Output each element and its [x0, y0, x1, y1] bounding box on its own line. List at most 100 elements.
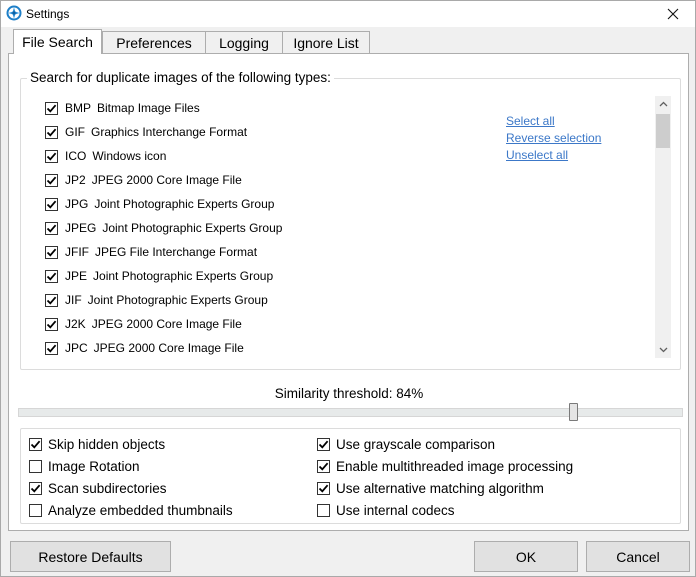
file-type-extension: ICO	[65, 149, 87, 163]
file-type-description: Joint Photographic Experts Group	[94, 197, 275, 211]
similarity-slider-track[interactable]	[18, 408, 683, 417]
close-button[interactable]	[651, 1, 695, 27]
file-type-extension: JPE	[65, 269, 88, 283]
file-type-checkbox[interactable]	[45, 245, 58, 259]
file-type-item[interactable]: J2K JPEG 2000 Core Image File	[45, 312, 505, 336]
checkmark-icon	[30, 440, 41, 449]
file-type-description: Joint Photographic Experts Group	[93, 269, 274, 283]
file-type-checkbox[interactable]	[45, 341, 58, 355]
file-type-checkbox[interactable]	[45, 221, 58, 235]
file-type-extension: JFIF	[65, 245, 89, 259]
reverse-selection-link[interactable]: Reverse selection	[506, 131, 601, 148]
file-type-extension: J2K	[65, 317, 86, 331]
option-item[interactable]: Skip hidden objects	[29, 435, 165, 453]
option-label: Use alternative matching algorithm	[336, 480, 544, 496]
checkmark-icon	[318, 462, 329, 471]
option-item[interactable]: Use alternative matching algorithm	[317, 479, 544, 497]
select-all-link[interactable]: Select all	[506, 114, 601, 131]
file-type-checkbox[interactable]	[45, 317, 58, 331]
restore-defaults-button[interactable]: Restore Defaults	[10, 541, 171, 572]
file-type-item[interactable]: JIF Joint Photographic Experts Group	[45, 288, 505, 312]
option-checkbox[interactable]	[317, 437, 330, 451]
file-type-checkbox[interactable]	[45, 101, 58, 115]
checkmark-icon	[46, 104, 57, 113]
unselect-all-link[interactable]: Unselect all	[506, 148, 601, 165]
option-checkbox[interactable]	[317, 459, 330, 473]
checkmark-icon	[46, 224, 57, 233]
file-type-extension: JIF	[65, 293, 82, 307]
option-item[interactable]: Analyze embedded thumbnails	[29, 501, 233, 519]
file-type-checkbox[interactable]	[45, 125, 58, 139]
checkmark-icon	[46, 272, 57, 281]
checkmark-icon	[46, 344, 57, 353]
similarity-slider-thumb[interactable]	[569, 403, 579, 421]
tab-preferences[interactable]: Preferences	[102, 31, 206, 53]
file-type-list-scrollbar[interactable]	[655, 96, 671, 358]
selection-links: Select all Reverse selection Unselect al…	[506, 114, 601, 165]
option-label: Analyze embedded thumbnails	[48, 502, 233, 518]
ok-button[interactable]: OK	[474, 541, 578, 572]
option-label: Use grayscale comparison	[336, 436, 496, 452]
option-item[interactable]: Enable multithreaded image processing	[317, 457, 573, 475]
similarity-threshold-label: Similarity threshold: 84%	[274, 386, 424, 401]
option-checkbox[interactable]	[29, 437, 42, 451]
checkmark-icon	[46, 320, 57, 329]
file-type-item[interactable]: BMP Bitmap Image Files	[45, 96, 505, 120]
file-type-description: JPEG File Interchange Format	[95, 245, 258, 259]
option-item[interactable]: Use grayscale comparison	[317, 435, 495, 453]
checkmark-icon	[46, 152, 57, 161]
tab-ignore-list[interactable]: Ignore List	[282, 31, 370, 53]
checkmark-icon	[46, 296, 57, 305]
file-type-description: Joint Photographic Experts Group	[87, 293, 268, 307]
file-type-checkbox[interactable]	[45, 293, 58, 307]
app-icon	[6, 5, 22, 21]
option-label: Use internal codecs	[336, 502, 455, 518]
file-type-extension: JPEG	[65, 221, 97, 235]
scroll-thumb[interactable]	[656, 114, 670, 148]
checkmark-icon	[30, 484, 41, 493]
file-type-description: Joint Photographic Experts Group	[102, 221, 283, 235]
file-type-checkbox[interactable]	[45, 269, 58, 283]
file-type-checkbox[interactable]	[45, 173, 58, 187]
tab-logging[interactable]: Logging	[205, 31, 283, 53]
scroll-up-arrow[interactable]	[655, 96, 671, 112]
option-item[interactable]: Use internal codecs	[317, 501, 455, 519]
checkmark-icon	[46, 200, 57, 209]
chevron-down-icon	[659, 347, 667, 353]
file-type-item[interactable]: JPG Joint Photographic Experts Group	[45, 192, 505, 216]
file-types-group-title: Search for duplicate images of the follo…	[27, 70, 334, 85]
option-checkbox[interactable]	[317, 503, 330, 517]
file-type-extension: JP2	[65, 173, 86, 187]
option-item[interactable]: Scan subdirectories	[29, 479, 167, 497]
file-type-checkbox[interactable]	[45, 149, 58, 163]
option-item[interactable]: Image Rotation	[29, 457, 140, 475]
file-type-item[interactable]: GIF Graphics Interchange Format	[45, 120, 505, 144]
option-label: Skip hidden objects	[48, 436, 166, 452]
checkmark-icon	[318, 484, 329, 493]
option-label: Scan subdirectories	[48, 480, 167, 496]
checkmark-icon	[318, 440, 329, 449]
cancel-button[interactable]: Cancel	[586, 541, 690, 572]
file-type-item[interactable]: ICO Windows icon	[45, 144, 505, 168]
chevron-up-icon	[659, 101, 667, 107]
file-type-extension: JPC	[65, 341, 88, 355]
file-type-checkbox[interactable]	[45, 197, 58, 211]
file-type-extension: GIF	[65, 125, 85, 139]
file-type-description: Bitmap Image Files	[97, 101, 200, 115]
file-type-list: BMP Bitmap Image Files GIF Graphics Interch…	[45, 96, 505, 360]
option-checkbox[interactable]	[317, 481, 330, 495]
option-checkbox[interactable]	[29, 481, 42, 495]
file-type-item[interactable]: JPEG Joint Photographic Experts Group	[45, 216, 505, 240]
checkmark-icon	[46, 248, 57, 257]
file-type-description: JPEG 2000 Core Image File	[91, 317, 242, 331]
file-type-item[interactable]: JPC JPEG 2000 Core Image File	[45, 336, 505, 360]
file-type-item[interactable]: JFIF JPEG File Interchange Format	[45, 240, 505, 264]
option-checkbox[interactable]	[29, 503, 42, 517]
title-bar: Settings	[1, 1, 695, 27]
file-type-item[interactable]: JP2 JPEG 2000 Core Image File	[45, 168, 505, 192]
file-type-description: Graphics Interchange Format	[91, 125, 248, 139]
file-type-item[interactable]: JPE Joint Photographic Experts Group	[45, 264, 505, 288]
option-checkbox[interactable]	[29, 459, 42, 473]
tab-file-search[interactable]: File Search	[13, 29, 102, 54]
scroll-down-arrow[interactable]	[655, 342, 671, 358]
